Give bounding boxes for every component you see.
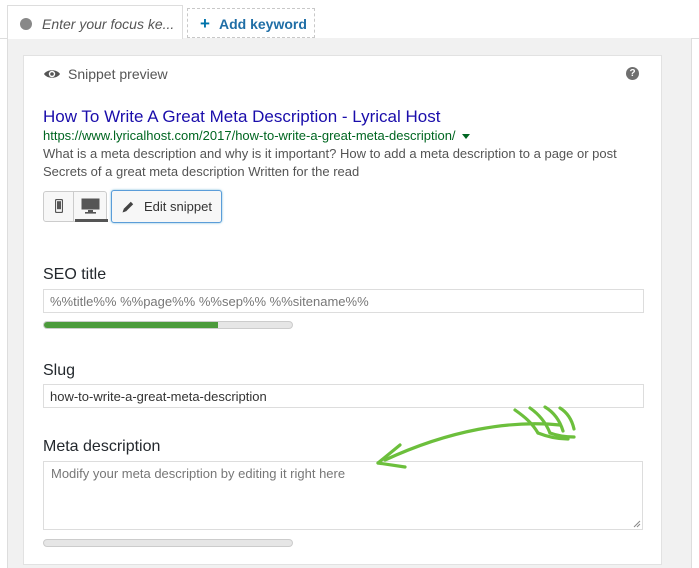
add-keyword-label: Add keyword [219,16,307,32]
meta-description-label: Meta description [43,438,161,455]
snippet-title[interactable]: How To Write A Great Meta Description - … [43,107,440,127]
snippet-url[interactable]: https://www.lyricalhost.com/2017/how-to-… [43,128,470,143]
seo-title-input[interactable]: %%title%% %%page%% %%sep%% %%sitename%% [43,289,644,313]
device-mode-toggle [43,191,108,222]
desktop-icon[interactable] [81,198,100,214]
focus-keyword-tab[interactable]: Enter your focus ke... [7,5,183,39]
snippet-description[interactable]: What is a meta description and why is it… [43,145,643,181]
help-icon[interactable]: ? [626,67,639,80]
snippet-preview-label: Snippet preview [68,66,168,82]
caret-down-icon [461,134,470,140]
meta-description-placeholder: Modify your meta description by editing … [51,466,346,481]
seo-title-progress-fill [44,322,218,328]
seo-title-progress [43,321,293,329]
resize-grip-icon[interactable] [633,520,641,528]
snippet-url-text: https://www.lyricalhost.com/2017/how-to-… [43,128,456,143]
edit-snippet-button[interactable]: Edit snippet [111,190,222,223]
slug-label: Slug [43,362,76,379]
pencil-icon [122,201,134,213]
device-divider [73,192,74,221]
status-dot-icon [20,18,32,30]
seo-title-label: SEO title [43,266,107,283]
mobile-icon[interactable] [55,199,63,213]
edit-snippet-label: Edit snippet [144,199,212,214]
plus-icon: + [200,14,210,33]
eye-icon [44,70,60,78]
meta-description-progress [43,539,293,547]
annotation-arrow-icon [376,405,576,469]
active-device-indicator [75,219,108,222]
focus-keyword-tab-label: Enter your focus ke... [42,16,175,32]
add-keyword-button[interactable]: + Add keyword [187,8,315,38]
